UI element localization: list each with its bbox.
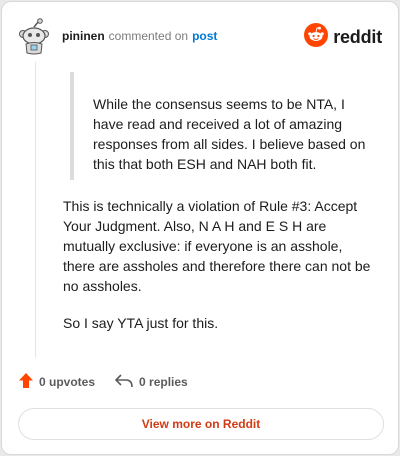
comment-paragraph-2: So I say YTA just for this. xyxy=(63,315,219,331)
action-text: commented on xyxy=(108,29,189,43)
post-link[interactable]: post xyxy=(192,29,217,43)
reply-action[interactable]: 0 replies xyxy=(115,373,188,391)
upvote-count: 0 upvotes xyxy=(39,375,96,389)
thread-line xyxy=(35,62,36,358)
comment-paragraph-1: This is technically a violation of Rule … xyxy=(63,198,371,294)
reddit-logo[interactable]: reddit xyxy=(304,23,382,52)
quote-text: While the consensus seems to be NTA, I h… xyxy=(93,96,366,172)
view-more-button[interactable]: View more on Reddit xyxy=(18,408,384,440)
reddit-wordmark: reddit xyxy=(333,27,382,47)
byline: pininen commented on post xyxy=(62,29,217,43)
reply-icon[interactable] xyxy=(115,373,133,391)
embed-card: pininen commented on post reddit While t… xyxy=(1,1,399,455)
comment-quote: While the consensus seems to be NTA, I h… xyxy=(70,72,370,180)
comment-header: pininen commented on post reddit xyxy=(18,16,382,56)
username-link[interactable]: pininen xyxy=(62,29,105,43)
reddit-logo-icon xyxy=(304,23,329,52)
upvote-arrow-icon[interactable] xyxy=(19,373,33,391)
comment-actions: 0 upvotes 0 replies xyxy=(19,373,188,391)
reply-count: 0 replies xyxy=(139,375,188,389)
snoo-avatar-icon[interactable] xyxy=(18,18,50,55)
upvote-action[interactable]: 0 upvotes xyxy=(19,373,95,391)
